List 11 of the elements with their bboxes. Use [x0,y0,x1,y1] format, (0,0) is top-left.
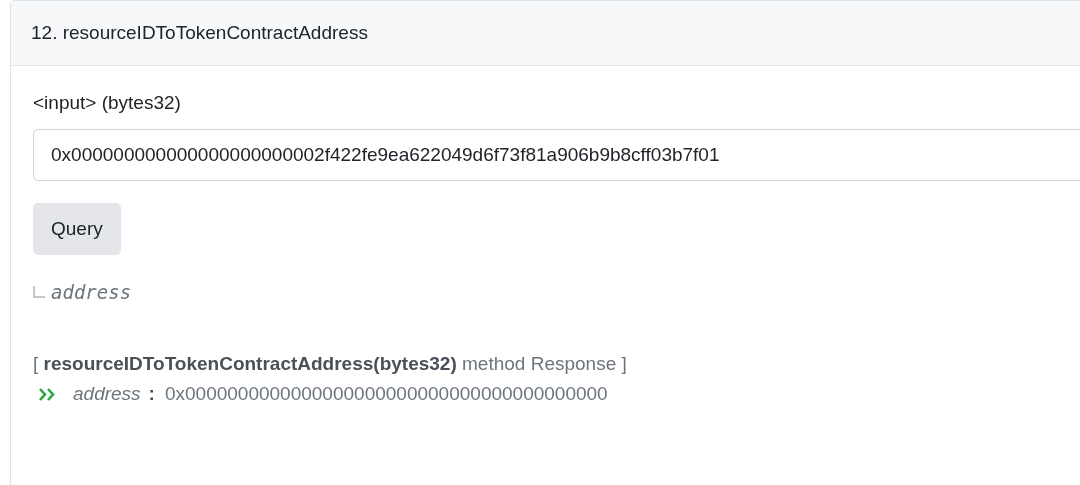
output-name: address [51,281,132,303]
function-title: 12. resourceIDToTokenContractAddress [31,22,368,44]
response-value: 0x0000000000000000000000000000000000000000 [164,383,608,405]
response-name: address [73,383,141,405]
chevrons-icon [39,387,55,401]
separator: : [148,383,155,405]
response-heading: [ resourceIDToTokenContractAddress(bytes32) method Response ] [33,353,627,375]
corner-icon [33,286,45,298]
query-button[interactable]: Query [33,203,121,255]
input-field[interactable]: 0x000000000000000000000002f422fe9ea622049d6f73f81a906b9b8cff03b7f01 [33,129,1080,181]
input-label: <input> (bytes32) [33,92,181,114]
